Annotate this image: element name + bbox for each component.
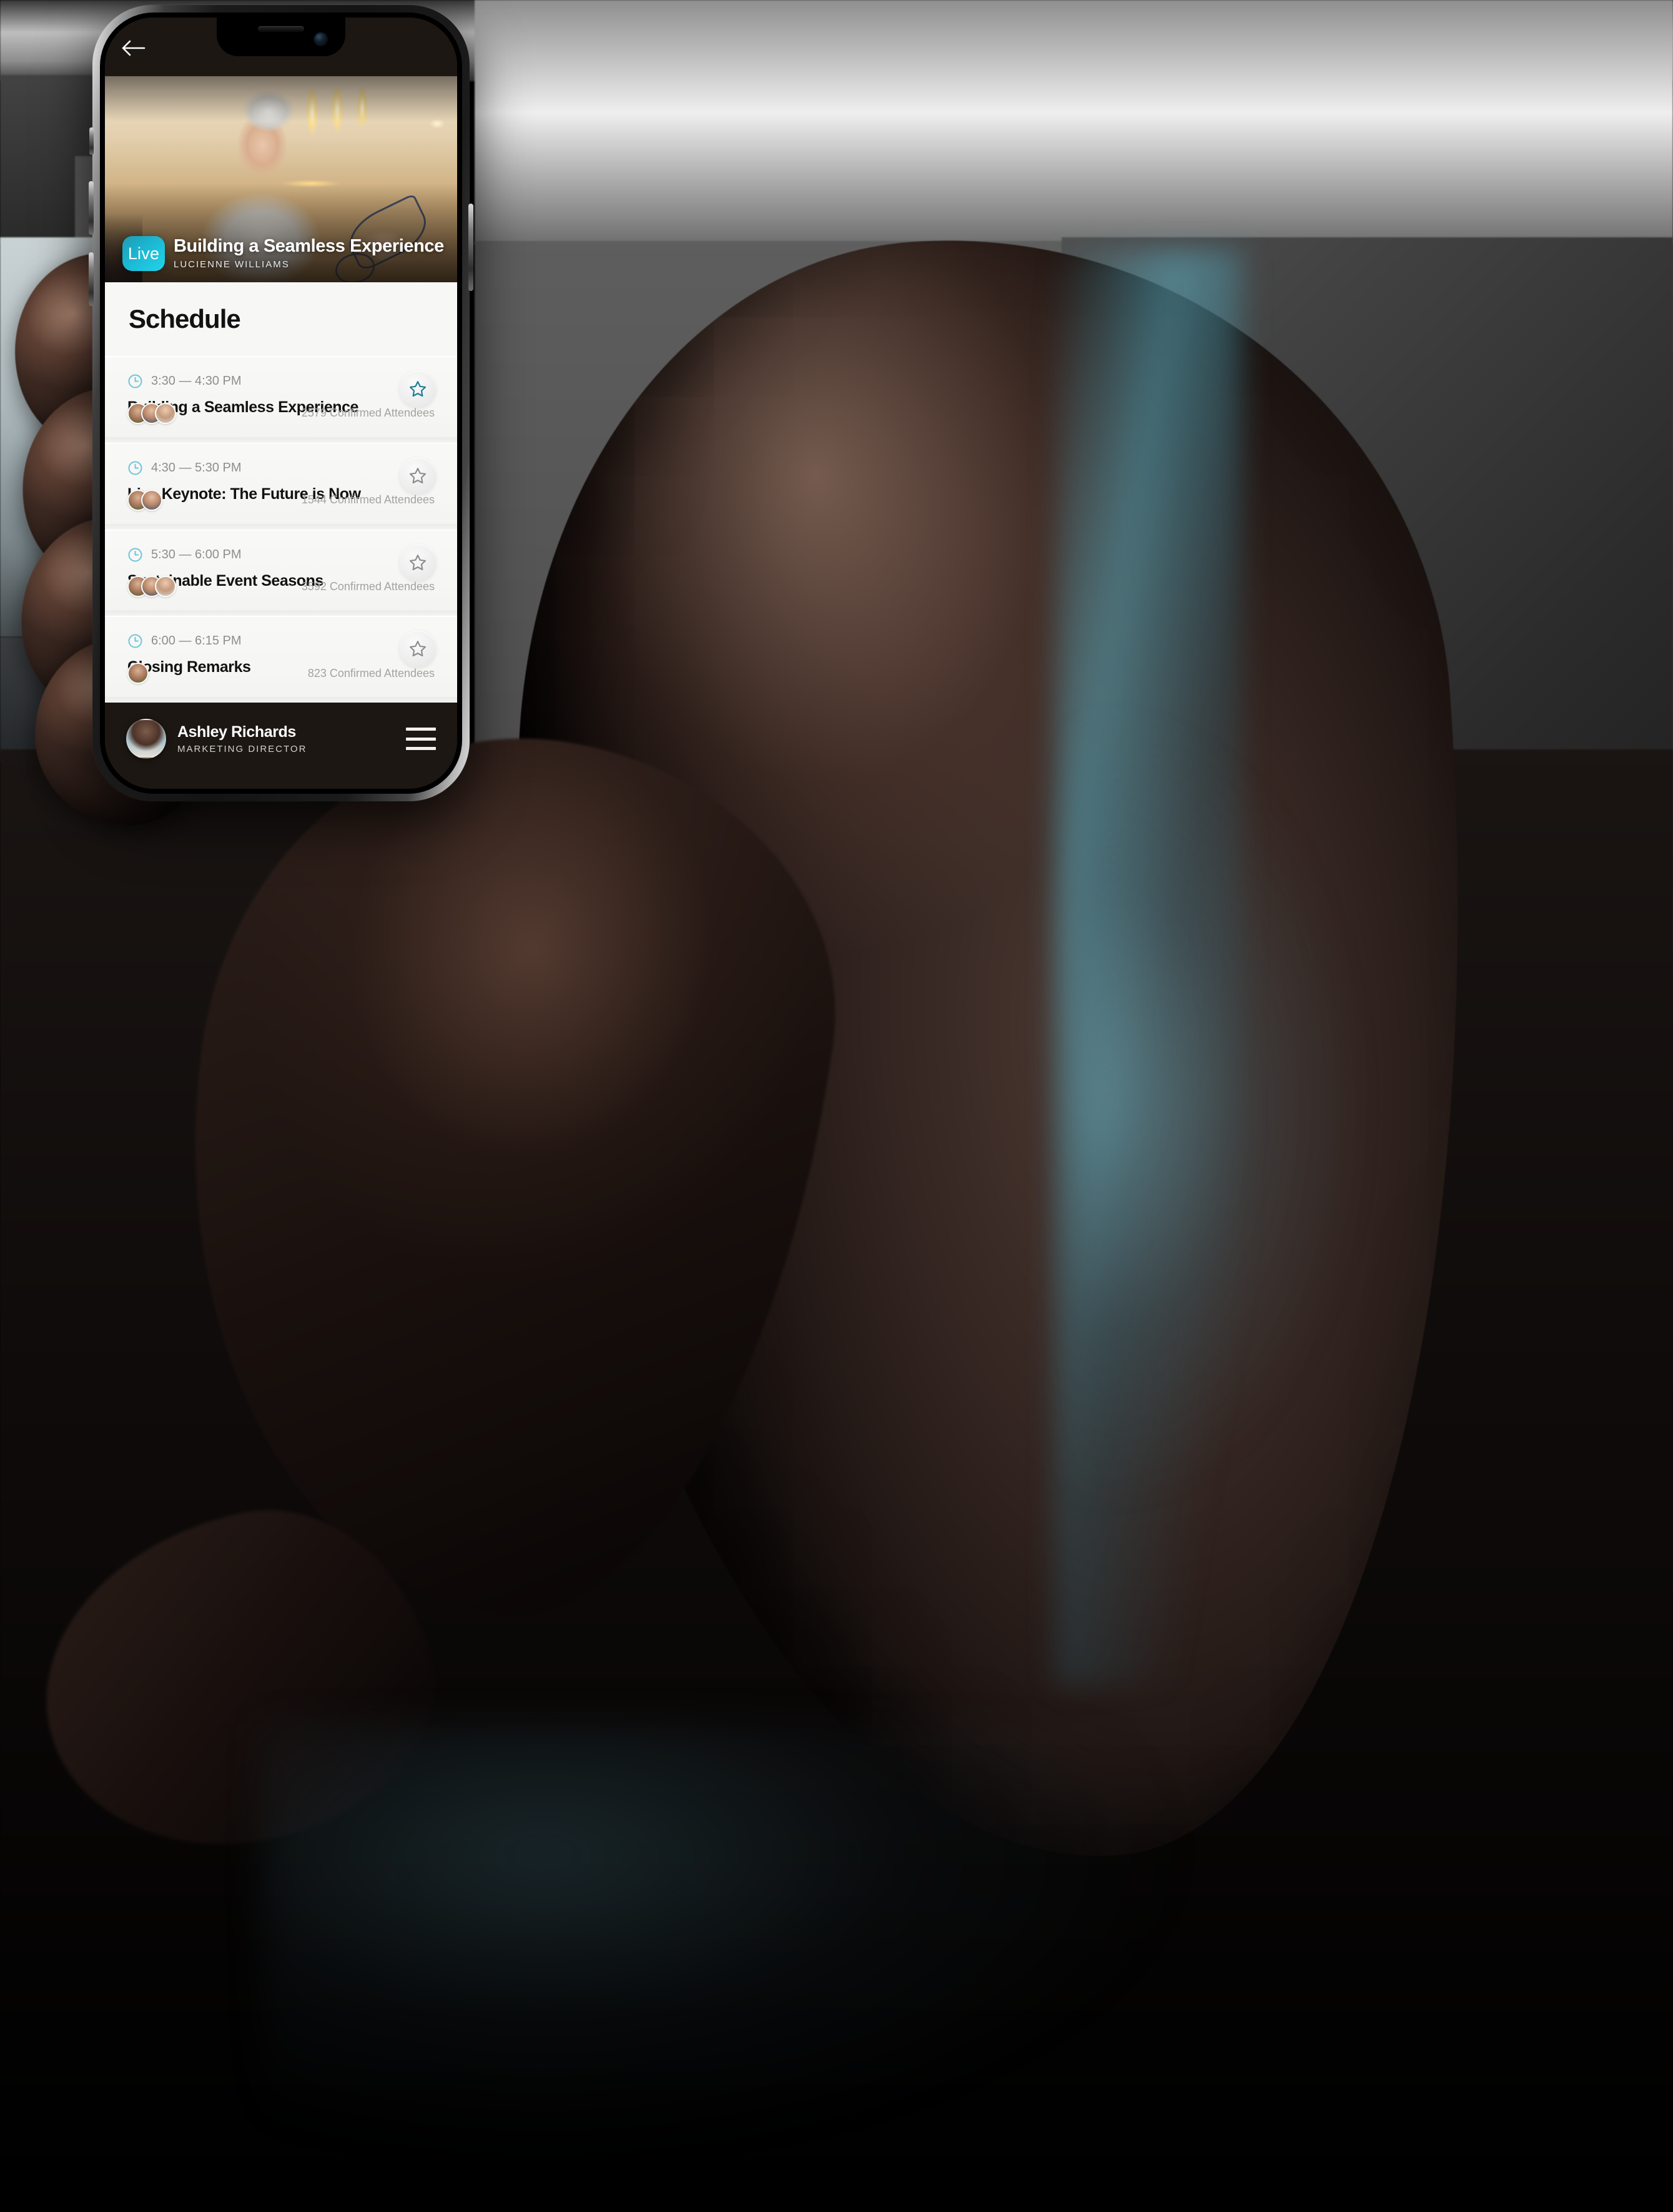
- hamburger-bar: [406, 747, 436, 750]
- row-time-label: 6:00 — 6:15 PM: [151, 634, 242, 648]
- row-footer: 3592 Confirmed Attendees: [127, 576, 435, 598]
- clock-icon: [128, 634, 142, 648]
- app-root: Live Building a Seamless Experience LUCI…: [105, 17, 457, 789]
- attendee-count: 3592 Confirmed Attendees: [301, 580, 435, 593]
- speaker-avatars: [127, 489, 162, 511]
- schedule-row[interactable]: 6:00 — 6:15 PM Closing Remarks 823 Confi…: [105, 616, 457, 703]
- speaker-avatars: [127, 663, 149, 684]
- row-time-group: 4:30 — 5:30 PM: [127, 460, 435, 476]
- front-camera: [315, 33, 327, 45]
- earpiece-speaker: [258, 26, 304, 32]
- volume-up-button[interactable]: [89, 181, 94, 235]
- hero-text-block: Building a Seamless Experience LUCIENNE …: [174, 235, 444, 271]
- avatar[interactable]: [126, 719, 166, 759]
- volume-down-button[interactable]: [89, 252, 94, 306]
- attendee-count: 1544 Confirmed Attendees: [301, 493, 435, 506]
- clock-icon: [128, 461, 142, 475]
- page-title: Schedule: [129, 304, 241, 333]
- avatar: [155, 402, 176, 424]
- row-footer: 823 Confirmed Attendees: [127, 663, 435, 684]
- arrow-left-icon[interactable]: [121, 39, 146, 57]
- user-name: Ashley Richards: [177, 723, 296, 741]
- row-footer: 2579 Confirmed Attendees: [127, 402, 435, 424]
- phone-body: Live Building a Seamless Experience LUCI…: [89, 5, 473, 801]
- avatar: [127, 663, 149, 684]
- attendee-count: 823 Confirmed Attendees: [307, 666, 435, 679]
- star-icon: [410, 641, 426, 657]
- row-time-group: 5:30 — 6:00 PM: [127, 547, 435, 563]
- phone-notch: [217, 17, 345, 56]
- row-time-group: 3:30 — 4:30 PM: [127, 373, 435, 389]
- speaker-avatars: [127, 402, 176, 424]
- schedule-header: Schedule: [105, 282, 457, 356]
- schedule-sheet: Schedule 3:30 — 4:30 PM Building a Seaml…: [105, 282, 457, 703]
- row-time-label: 3:30 — 4:30 PM: [151, 374, 242, 388]
- hero-session-banner[interactable]: Live Building a Seamless Experience LUCI…: [105, 76, 457, 282]
- hamburger-bar: [406, 737, 436, 741]
- schedule-row[interactable]: 4:30 — 5:30 PM Live Keynote: The Future …: [105, 442, 457, 530]
- silent-switch[interactable]: [89, 127, 94, 155]
- user-info[interactable]: Ashley Richards MARKETING DIRECTOR: [177, 723, 395, 754]
- schedule-row[interactable]: 5:30 — 6:00 PM Sustainable Event Seasons: [105, 529, 457, 616]
- hamburger-bar: [406, 728, 436, 731]
- row-time-label: 5:30 — 6:00 PM: [151, 547, 242, 561]
- hero-title: Building a Seamless Experience: [174, 235, 444, 256]
- power-button[interactable]: [468, 204, 473, 291]
- row-time-group: 6:00 — 6:15 PM: [127, 633, 435, 649]
- user-role: MARKETING DIRECTOR: [177, 744, 307, 754]
- favorite-toggle[interactable]: [400, 457, 436, 494]
- hero-meta: Live Building a Seamless Experience LUCI…: [122, 236, 446, 271]
- avatar: [155, 576, 176, 598]
- row-footer: 1544 Confirmed Attendees: [127, 489, 435, 511]
- star-icon: [410, 467, 426, 483]
- attendee-count: 2579 Confirmed Attendees: [301, 407, 435, 420]
- favorite-toggle[interactable]: [400, 544, 436, 581]
- avatar: [141, 489, 162, 511]
- speaker-avatars: [127, 576, 176, 598]
- phone-device: Live Building a Seamless Experience LUCI…: [89, 5, 1070, 806]
- clock-icon: [128, 374, 142, 388]
- hamburger-menu-icon[interactable]: [406, 728, 436, 750]
- app-bottombar: Ashley Richards MARKETING DIRECTOR: [105, 703, 457, 789]
- schedule-row[interactable]: 3:30 — 4:30 PM Building a Seamless Exper…: [105, 356, 457, 443]
- bottom-glow: [262, 1724, 1199, 2161]
- phone-screen: Live Building a Seamless Experience LUCI…: [105, 17, 457, 789]
- live-badge: Live: [122, 236, 165, 271]
- star-icon: [410, 381, 426, 397]
- star-icon: [410, 554, 426, 570]
- hero-speaker-name: LUCIENNE WILLIAMS: [174, 259, 290, 270]
- favorite-toggle[interactable]: [400, 631, 436, 668]
- row-time-label: 4:30 — 5:30 PM: [151, 460, 242, 475]
- clock-icon: [128, 548, 142, 561]
- schedule-list: 3:30 — 4:30 PM Building a Seamless Exper…: [105, 356, 457, 703]
- favorite-toggle[interactable]: [400, 371, 436, 407]
